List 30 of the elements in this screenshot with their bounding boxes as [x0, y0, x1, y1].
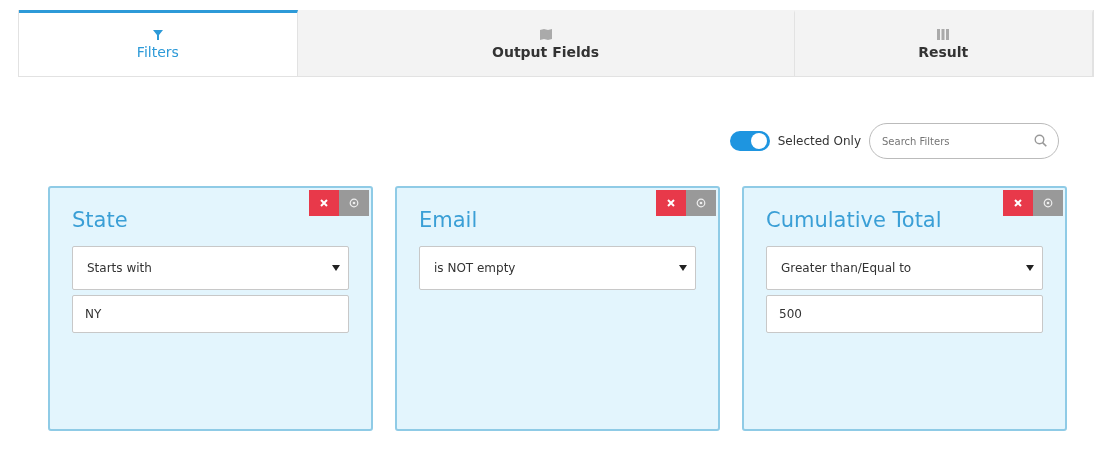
value-field[interactable]: NY	[72, 295, 349, 333]
caret-icon	[332, 265, 340, 271]
settings-button[interactable]	[1033, 190, 1063, 216]
filter-title: Email	[419, 208, 479, 232]
close-icon	[667, 199, 675, 207]
value-field[interactable]: 500	[766, 295, 1043, 333]
search-icon	[1034, 134, 1047, 147]
filter-icon	[152, 29, 163, 40]
close-button[interactable]	[656, 190, 686, 216]
settings-button[interactable]	[339, 190, 369, 216]
close-button[interactable]	[309, 190, 339, 216]
operator-dropdown[interactable]: Starts with	[72, 246, 349, 290]
operator-dropdown[interactable]: Greater than/Equal to	[766, 246, 1043, 290]
settings-icon	[696, 198, 706, 208]
filter-title: Cumulative Total	[766, 208, 943, 232]
operator-dropdown[interactable]: is NOT empty	[419, 246, 696, 290]
settings-button[interactable]	[686, 190, 716, 216]
close-icon	[320, 199, 328, 207]
filter-title: State	[72, 208, 129, 232]
caret-icon	[679, 265, 687, 271]
map-icon	[539, 29, 552, 40]
toggle-switch[interactable]	[729, 131, 770, 151]
close-button[interactable]	[1003, 190, 1033, 216]
toggle-label: Selected Only	[777, 134, 861, 148]
table-icon	[937, 29, 950, 40]
caret-icon	[1026, 265, 1034, 271]
search-field[interactable]: Search Filters	[869, 123, 1059, 159]
settings-icon	[349, 198, 359, 208]
settings-icon	[1043, 198, 1053, 208]
close-icon	[1014, 199, 1022, 207]
